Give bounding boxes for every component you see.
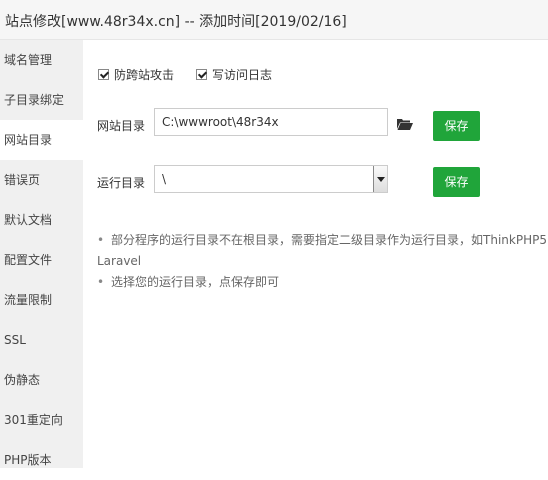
sidebar-item-default-document[interactable]: 默认文档 — [0, 200, 83, 240]
sidebar-item-config-file[interactable]: 配置文件 — [0, 240, 83, 280]
tip-item: • 部分程序的运行目录不在根目录，需要指定二级目录作为运行目录，如ThinkPHP… — [97, 230, 547, 251]
save-run-dir-button[interactable]: 保存 — [433, 167, 480, 197]
site-dir-input[interactable]: C:\wwwroot\48r34x — [154, 108, 388, 136]
sidebar-item-traffic-limit[interactable]: 流量限制 — [0, 280, 83, 320]
access-log-label: 写访问日志 — [212, 68, 273, 82]
sidebar-item-ssl[interactable]: SSL — [0, 320, 83, 360]
anti-xss-label: 防跨站攻击 — [114, 68, 175, 82]
sidebar-item-subdir-binding[interactable]: 子目录绑定 — [0, 80, 83, 120]
window-title: 站点修改[www.48r34x.cn] -- 添加时间[2019/02/16] — [5, 14, 347, 30]
access-log-checkbox[interactable] — [196, 69, 208, 80]
anti-xss-option[interactable]: 防跨站攻击 — [98, 66, 174, 83]
sidebar-item-redirect-301[interactable]: 301重定向 — [0, 400, 83, 440]
bullet-icon: • — [97, 275, 105, 289]
run-dir-label: 运行目录 — [97, 176, 146, 190]
access-log-option[interactable]: 写访问日志 — [196, 66, 272, 83]
help-tips: • 部分程序的运行目录不在根目录，需要指定二级目录作为运行目录，如ThinkPHP… — [97, 230, 547, 293]
folder-open-icon[interactable] — [397, 118, 413, 130]
tip-item: • 选择您的运行目录，点保存即可 — [97, 272, 547, 293]
run-dir-select[interactable]: \ — [154, 165, 388, 193]
anti-xss-checkbox[interactable] — [98, 69, 109, 80]
sidebar-item-site-directory[interactable]: 网站目录 — [0, 120, 83, 160]
sidebar: 域名管理 子目录绑定 网站目录 错误页 默认文档 配置文件 流量限制 SSL 伪… — [0, 40, 83, 468]
bullet-icon: • — [97, 233, 105, 247]
sidebar-item-rewrite[interactable]: 伪静态 — [0, 360, 83, 400]
save-site-dir-button[interactable]: 保存 — [433, 111, 480, 141]
options-row: 防跨站攻击 写访问日志 — [98, 66, 294, 83]
site-dir-label: 网站目录 — [97, 119, 146, 133]
run-dir-value: \ — [162, 172, 167, 186]
sidebar-item-error-page[interactable]: 错误页 — [0, 160, 83, 200]
title-bar: 站点修改[www.48r34x.cn] -- 添加时间[2019/02/16] — [0, 0, 548, 40]
sidebar-item-domain[interactable]: 域名管理 — [0, 40, 83, 80]
sidebar-item-php-version[interactable]: PHP版本 — [0, 440, 83, 480]
main-panel: 防跨站攻击 写访问日志 网站目录 C:\wwwroot\48r34x 保存 运行… — [83, 40, 548, 468]
tip-item-continuation: Laravel — [97, 254, 142, 268]
chevron-down-icon[interactable] — [373, 166, 387, 192]
